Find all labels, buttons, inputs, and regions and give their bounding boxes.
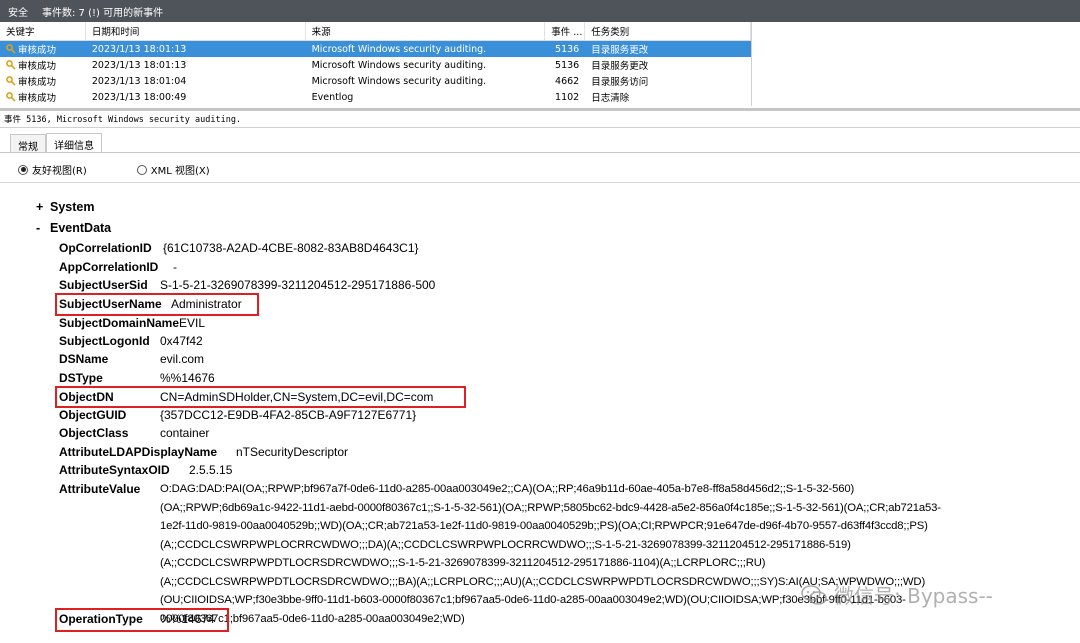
- datetime-cell: 2023/1/13 18:00:49: [91, 91, 187, 103]
- source-cell: Microsoft Windows security auditing.: [311, 43, 487, 55]
- detail-tabs: 常规 详细信息: [10, 133, 102, 154]
- task-category-cell: 目录服务访问: [591, 77, 649, 88]
- event-id-cell: 1102: [555, 91, 580, 103]
- value-attributeldapdisplayname: nTSecurityDescriptor: [236, 445, 349, 459]
- table-row[interactable]: 审核成功 2023/1/13 18:01:13 Microsoft Window…: [0, 41, 751, 57]
- grid-header: 关键字 日期和时间 来源 事件 ... 任务类别: [0, 22, 751, 41]
- friendly-view-option[interactable]: 友好视图(R): [18, 162, 87, 177]
- value-opcorrelationid: {61C10738-A2AD-4CBE-8082-83AB8D4643C1}: [163, 241, 419, 255]
- value-dsname: evil.com: [160, 352, 205, 366]
- key-icon: [6, 44, 16, 54]
- keyword-cell: 审核成功: [18, 93, 57, 104]
- column-header-task-category[interactable]: 任务类别: [585, 22, 751, 40]
- event-list-title-bar: 安全 事件数: 7 (!) 可用的新事件: [0, 0, 1080, 22]
- xml-view-radio[interactable]: [136, 164, 147, 175]
- key-icon: [6, 76, 16, 86]
- expand-toggle[interactable]: +: [36, 198, 50, 217]
- column-header-datetime[interactable]: 日期和时间: [86, 22, 306, 40]
- wechat-icon: [801, 584, 827, 605]
- field-objectguid: ObjectGUID: [59, 408, 127, 422]
- keyword-cell: 审核成功: [18, 45, 57, 56]
- value-dstype: %%14676: [160, 371, 215, 385]
- table-row[interactable]: 审核成功 2023/1/13 18:01:13 Microsoft Window…: [0, 57, 751, 73]
- divider: [0, 127, 1080, 128]
- source-cell: Microsoft Windows security auditing.: [311, 75, 487, 87]
- friendly-view-radio[interactable]: [18, 164, 28, 175]
- event-id-cell: 5136: [555, 43, 580, 55]
- grid-empty-area: [752, 22, 1080, 106]
- view-options: 友好视图(R) XML 视图(X): [18, 162, 210, 177]
- event-count: 事件数: 7 (!) 可用的新事件: [42, 7, 164, 19]
- column-header-keyword[interactable]: 关键字: [0, 22, 86, 40]
- value-objectclass: container: [160, 426, 210, 440]
- datetime-cell: 2023/1/13 18:01:13: [91, 59, 187, 71]
- system-label: System: [50, 200, 95, 214]
- datetime-cell: 2023/1/13 18:01:04: [91, 75, 187, 87]
- collapse-toggle[interactable]: -: [36, 219, 50, 238]
- friendly-view-label: 友好视图(R): [32, 166, 87, 177]
- field-dsname: DSName: [59, 352, 109, 366]
- keyword-cell: 审核成功: [18, 77, 57, 88]
- value-objectguid: {357DCC12-E9DB-4FA2-85CB-A9F7127E6771}: [160, 408, 417, 422]
- field-objectclass: ObjectClass: [59, 426, 129, 440]
- xml-view-option[interactable]: XML 视图(X): [136, 162, 210, 177]
- field-subjectlogonid: SubjectLogonId: [59, 334, 150, 348]
- column-header-source[interactable]: 来源: [306, 22, 546, 40]
- value-subjectusersid: S-1-5-21-3269078399-3211204512-295171886…: [160, 278, 436, 292]
- key-icon: [6, 92, 16, 102]
- source-cell: Microsoft Windows security auditing.: [311, 59, 487, 71]
- field-dstype: DSType: [59, 371, 103, 385]
- keyword-cell: 审核成功: [18, 61, 57, 72]
- value-subjectlogonid: 0x47f42: [160, 334, 203, 348]
- value-appcorrelationid: -: [173, 260, 177, 274]
- pane-splitter[interactable]: [0, 108, 1080, 111]
- column-header-event-id[interactable]: 事件 ...: [545, 22, 586, 40]
- field-attributeldapdisplayname: AttributeLDAPDisplayName: [59, 445, 218, 459]
- xml-view-label: XML 视图(X): [150, 166, 210, 177]
- task-category-cell: 日志清除: [591, 93, 630, 104]
- table-row[interactable]: 审核成功 2023/1/13 18:01:04 Microsoft Window…: [0, 73, 751, 89]
- tab-general[interactable]: 常规: [10, 134, 46, 153]
- tab-details[interactable]: 详细信息: [46, 133, 102, 153]
- system-section[interactable]: + System: [36, 198, 94, 217]
- value-subjectdomainname: EVIL: [179, 316, 206, 330]
- field-opcorrelationid: OpCorrelationID: [59, 241, 152, 255]
- watermark-text: 微信号: Bypass--: [834, 584, 993, 608]
- event-details: + System - EventData OpCorrelationID {61C1…: [0, 196, 1080, 643]
- field-appcorrelationid: AppCorrelationID: [59, 260, 159, 274]
- key-icon: [6, 60, 16, 70]
- field-subjectusersid: SubjectUserSid: [59, 278, 148, 292]
- watermark: 微信号: Bypass--: [800, 580, 993, 609]
- source-cell: Eventlog: [311, 91, 354, 103]
- divider: [0, 152, 1080, 153]
- table-row[interactable]: 审核成功 2023/1/13 18:00:49 Eventlog 1102 日志…: [0, 89, 751, 105]
- field-attributevalue: AttributeValue: [59, 482, 141, 496]
- eventdata-section[interactable]: - EventData: [36, 219, 111, 238]
- value-attributesyntaxoid: 2.5.5.15: [189, 463, 233, 477]
- task-category-cell: 目录服务更改: [591, 45, 649, 56]
- highlight-box: [55, 386, 466, 408]
- datetime-cell: 2023/1/13 18:01:13: [91, 43, 187, 55]
- log-name: 安全: [8, 7, 28, 19]
- event-id-cell: 4662: [555, 75, 580, 87]
- divider: [0, 182, 1080, 183]
- field-subjectdomainname: SubjectDomainName: [59, 316, 180, 330]
- event-grid[interactable]: 关键字 日期和时间 来源 事件 ... 任务类别 审核成功 2023/1/13 …: [0, 22, 752, 106]
- field-attributesyntaxoid: AttributeSyntaxOID: [59, 463, 170, 477]
- task-category-cell: 目录服务更改: [591, 61, 649, 72]
- eventdata-label: EventData: [50, 221, 112, 235]
- event-summary: 事件 5136, Microsoft Windows security audi…: [4, 115, 242, 125]
- highlight-box: [55, 293, 259, 316]
- event-id-cell: 5136: [555, 59, 580, 71]
- highlight-box: [55, 608, 229, 632]
